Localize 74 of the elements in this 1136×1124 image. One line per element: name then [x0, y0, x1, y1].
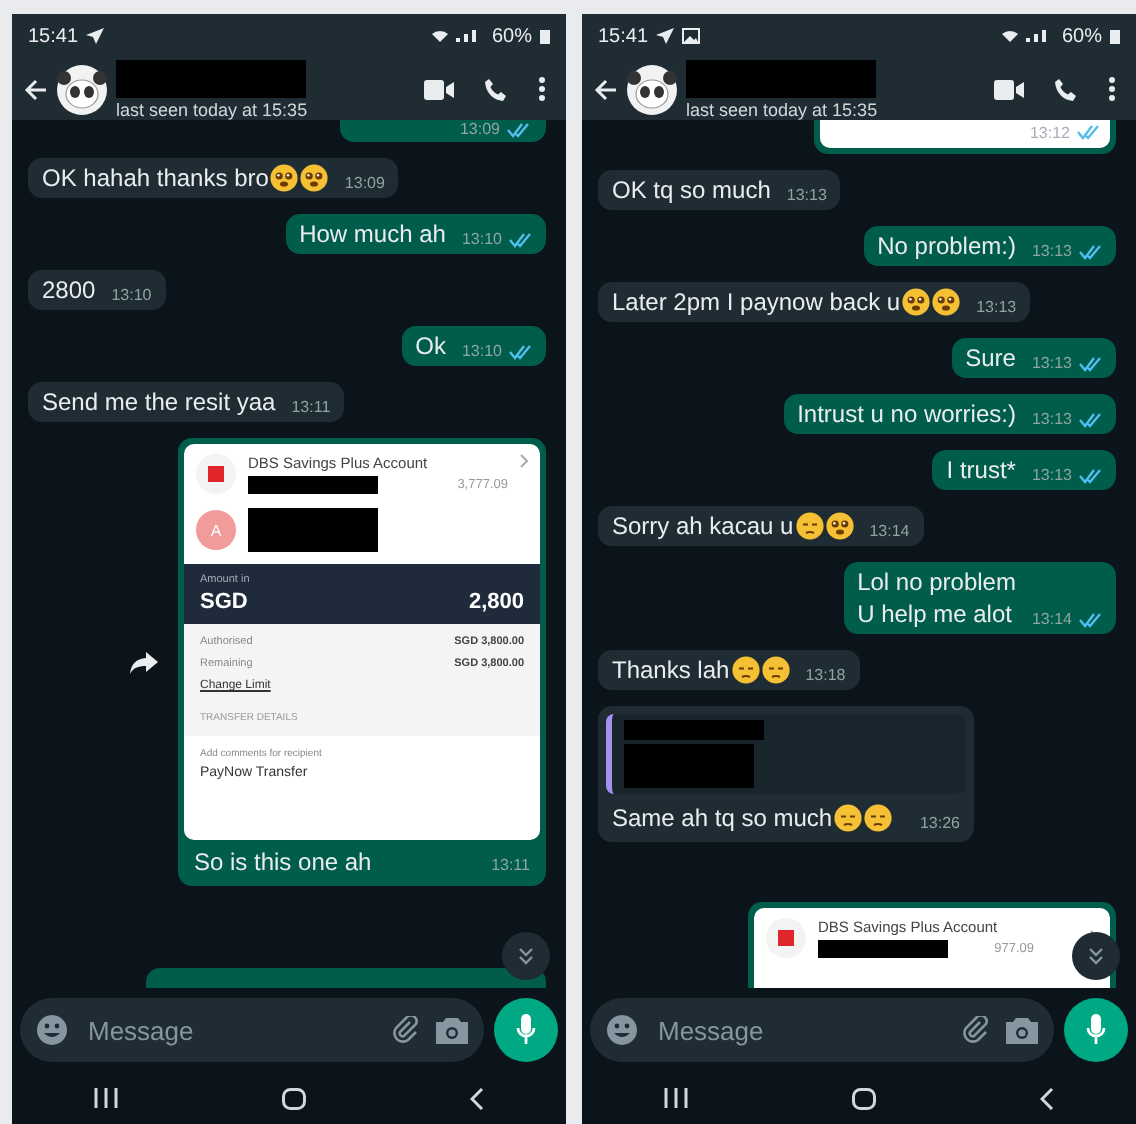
emoji-icon[interactable]: [606, 1014, 638, 1046]
amount: 2,800: [468, 590, 524, 614]
redacted-block: [624, 744, 754, 788]
emoji-icon[interactable]: [36, 1014, 68, 1046]
message-bubble: No problem:) 13:13: [863, 226, 1116, 266]
message-field[interactable]: Message: [590, 998, 1054, 1062]
status-time: 15:41: [598, 25, 649, 47]
back-icon[interactable]: [1040, 1087, 1054, 1109]
message-input-field[interactable]: Message: [654, 1013, 946, 1047]
microphone-icon: [516, 1014, 536, 1046]
receipt-message-bubble: 13:12: [814, 120, 1116, 154]
battery-icon: [1110, 28, 1120, 44]
message-bubble: Sorry ah kacau u 13:14: [598, 506, 924, 546]
status-time: 15:41: [28, 25, 79, 47]
battery-level: 60%: [491, 25, 532, 47]
message-bubble: I trust* 13:13: [932, 450, 1116, 490]
back-icon[interactable]: [470, 1087, 484, 1109]
message-bubble: 13:09: [339, 120, 546, 142]
recent-apps-icon[interactable]: [664, 1088, 688, 1108]
more-options-icon[interactable]: [1108, 76, 1116, 102]
avatar-icon[interactable]: [56, 63, 108, 115]
message-bubble: OK hahah thanks bro 13:09: [28, 158, 399, 198]
video-call-icon[interactable]: [424, 79, 454, 99]
message-text: Same ah tq so much: [612, 802, 893, 834]
microphone-button[interactable]: [1064, 998, 1128, 1062]
microphone-icon: [1086, 1014, 1106, 1046]
forward-icon[interactable]: [130, 651, 158, 673]
camera-icon[interactable]: [1006, 1017, 1038, 1043]
message-field[interactable]: Message: [20, 998, 484, 1062]
chevron-right-icon: [520, 454, 528, 468]
message-bubble: Ok 13:10: [401, 326, 546, 366]
message-bubble: Later 2pm I paynow back u 13:13: [598, 282, 1031, 322]
send-arrow-icon: [656, 28, 675, 44]
bank-logo-icon: [196, 454, 236, 494]
avatar-icon[interactable]: [626, 63, 678, 115]
message-bubble: How much ah 13:10: [285, 214, 546, 254]
video-call-icon[interactable]: [994, 79, 1024, 99]
message-bubble: Thanks lah 13:18: [598, 650, 860, 690]
attach-icon[interactable]: [962, 1016, 990, 1044]
message-input-field[interactable]: Message: [84, 1013, 376, 1047]
message-bubble: Lol no problem U help me alot 13:14: [843, 562, 1116, 634]
battery-level: 60%: [1061, 25, 1102, 47]
home-icon[interactable]: [282, 1087, 306, 1109]
message-text: So is this one ah: [194, 848, 372, 876]
currency: SGD: [200, 590, 248, 614]
send-arrow-icon: [86, 28, 105, 44]
attach-icon[interactable]: [392, 1016, 420, 1044]
phone-call-icon[interactable]: [1054, 77, 1078, 101]
home-icon[interactable]: [852, 1087, 876, 1109]
last-seen-status: last seen today at 15:35: [686, 99, 880, 119]
double-chevron-down-icon: [1086, 946, 1106, 966]
redacted-block: [248, 508, 378, 552]
bank-logo-icon: [766, 918, 806, 958]
camera-icon[interactable]: [436, 1017, 468, 1043]
recent-apps-icon[interactable]: [94, 1088, 118, 1108]
more-options-icon[interactable]: [538, 76, 546, 102]
redacted-block: [818, 940, 948, 958]
message-bubble: Send me the resit yaa 13:11: [28, 382, 345, 422]
phone-call-icon[interactable]: [484, 77, 508, 101]
message-time: 13:11: [491, 856, 530, 876]
redacted-block: [248, 476, 378, 494]
double-chevron-down-icon: [516, 946, 536, 966]
back-arrow-icon[interactable]: [24, 77, 48, 101]
message-bubble: Sure 13:13: [951, 338, 1116, 378]
back-arrow-icon[interactable]: [594, 77, 618, 101]
last-seen-status: last seen today at 15:35: [116, 99, 310, 119]
microphone-button[interactable]: [494, 998, 558, 1062]
reply-message-bubble: Same ah tq so much 13:26: [598, 706, 974, 842]
message-bubble: Intrust u no worries:) 13:13: [783, 394, 1116, 434]
message-bubble: OK tq so much 13:13: [598, 170, 841, 210]
battery-icon: [540, 28, 550, 44]
message-bubble: 2800 13:10: [28, 270, 166, 310]
redacted-block: [624, 720, 764, 740]
recipient-avatar: A: [196, 510, 236, 550]
